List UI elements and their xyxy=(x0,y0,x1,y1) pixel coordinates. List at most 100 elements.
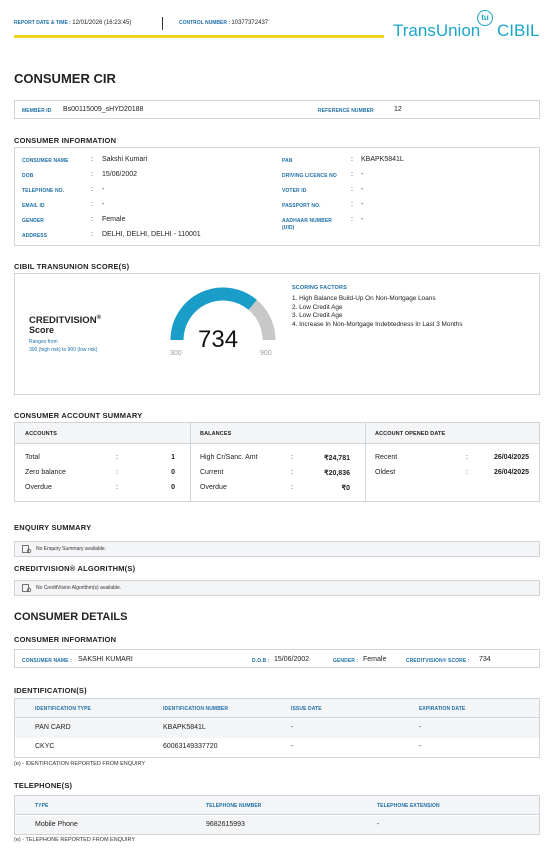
creditvision-brand: CREDITVISION® Score Ranges from 300 (hig… xyxy=(29,315,101,353)
consumer-information-title: CONSUMER INFORMATION xyxy=(14,136,117,145)
creditvision-brand-reg: ® xyxy=(96,315,101,321)
header-divider xyxy=(162,17,163,30)
score-section-title: CIBIL TRANSUNION SCORE(S) xyxy=(14,262,130,271)
accounts-header: ACCOUNTS xyxy=(25,431,57,437)
scoring-factors-list: 1. High Balance Build-Up On Non-Mortgage… xyxy=(292,295,463,329)
accounts-row-value: 0 xyxy=(171,469,175,476)
page-title: CONSUMER CIR xyxy=(14,71,116,86)
balances-row-value: ₹0 xyxy=(341,485,350,492)
telephone-header-row xyxy=(15,796,539,815)
reference-number-label: REFERENCE NUMBER xyxy=(318,108,374,114)
consumer-info-colon: : xyxy=(351,216,353,223)
details-name-value: SAKSHI KUMARI xyxy=(78,656,133,663)
reference-number-value: 12 xyxy=(394,106,402,113)
details-score-value: 734 xyxy=(479,656,491,663)
balances-row-label: High Cr/Sanc. Amt xyxy=(200,454,258,461)
logo-transunion: TransUnion xyxy=(393,21,481,40)
account-summary-divider-2 xyxy=(365,423,366,501)
control-number-value: 10377372437 xyxy=(231,20,269,26)
consumer-info-value: - xyxy=(361,201,364,208)
range-line-2: 300 (high risk) to 900 (low risk) xyxy=(29,347,98,354)
algorithm-box: No CreditVision Algorithm(s) available. xyxy=(14,580,540,596)
report-date-value: 12/01/2026 (16:23:45) xyxy=(72,20,132,26)
account-opened-row-label: Oldest xyxy=(375,469,396,476)
consumer-info-colon: : xyxy=(351,201,353,208)
identification-cell: CKYC xyxy=(35,743,55,750)
scoring-factor-item: 1. High Balance Build-Up On Non-Mortgage… xyxy=(292,295,436,302)
consumer-info-label: EMAIL ID xyxy=(22,203,45,209)
accounts-row-colon: : xyxy=(116,484,118,491)
details-gender-label: GENDER : xyxy=(333,658,359,664)
consumer-info-label: AADHAAR NUMBER (UID) xyxy=(282,218,333,231)
telephone-table: TYPE TELEPHONE NUMBER TELEPHONE EXTENSION M… xyxy=(14,795,540,835)
consumer-information-box: CONSUMER NAME: Sakshi Kumari DOB: 15/06/200… xyxy=(14,147,540,246)
report-date-label: REPORT DATE & TIME : xyxy=(14,20,71,26)
identification-cell: - xyxy=(419,743,422,750)
range-line-1: Ranges from xyxy=(29,339,58,346)
enquiry-summary-title: ENQUIRY SUMMARY xyxy=(14,523,92,532)
score-min: 300 xyxy=(170,350,182,357)
consumer-info-label: VOTER ID xyxy=(282,188,307,194)
consumer-info-colon: : xyxy=(91,186,93,193)
identification-cell: KBAPK5841L xyxy=(163,724,206,731)
document-search-icon xyxy=(22,545,32,554)
balances-row-value: ₹20,836 xyxy=(324,470,350,477)
account-summary-title: CONSUMER ACCOUNT SUMMARY xyxy=(14,411,143,420)
consumer-info-value: 15/06/2002 xyxy=(102,171,138,178)
telephone-note: (e) - TELEPHONE REPORTED FROM ENQUIRY xyxy=(14,837,136,843)
accounts-row-label: Overdue xyxy=(25,484,52,491)
consumer-info-label: TELEPHONE NO. xyxy=(22,188,65,194)
consumer-info-label: GENDER xyxy=(22,218,44,224)
accounts-row-label: Total xyxy=(25,454,40,461)
identification-note: (e) - IDENTIFICATION REPORTED FROM ENQUI… xyxy=(14,761,146,767)
accounts-row-colon: : xyxy=(116,454,118,461)
balances-row-value: ₹24,781 xyxy=(324,455,350,462)
telephone-cell: - xyxy=(377,821,380,828)
control-number-label: CONTROL NUMBER : xyxy=(179,20,231,26)
consumer-info-label: DRIVING LICENCE NO xyxy=(282,173,337,179)
identification-cell: 60063149337720 xyxy=(163,743,218,750)
score-box: CREDITVISION® Score Ranges from 300 (hig… xyxy=(14,273,540,395)
table-row xyxy=(15,719,539,738)
identification-table: IDENTIFICATION TYPE IDENTIFICATION NUMBER… xyxy=(14,698,540,758)
consumer-info-colon: : xyxy=(91,171,93,178)
balances-row-label: Overdue xyxy=(200,484,227,491)
consumer-info-value: Female xyxy=(102,216,126,223)
consumer-info-label: PAN xyxy=(282,158,293,164)
consumer-info-colon: : xyxy=(351,156,353,163)
account-opened-row-label: Recent xyxy=(375,454,398,461)
account-opened-header: ACCOUNT OPENED DATE xyxy=(375,431,446,437)
logo-cibil: CIBIL xyxy=(497,21,540,40)
enquiry-summary-text: No Enquiry Summary available. xyxy=(36,546,107,552)
identification-cell: - xyxy=(291,743,294,750)
score-value: 734 xyxy=(198,326,239,353)
report-date: REPORT DATE & TIME : 12/01/2026 (16:23:4… xyxy=(14,20,131,26)
account-opened-row-value: 26/04/2025 xyxy=(493,454,529,461)
account-opened-row-colon: : xyxy=(466,469,468,476)
algorithm-text: No CreditVision Algorithm(s) available. xyxy=(36,585,122,591)
consumer-info-value: DELHI, DELHI, DELHI - 110001 xyxy=(102,231,201,238)
details-score-label: CREDITVISION® SCORE : xyxy=(406,658,470,664)
balances-row-colon: : xyxy=(291,484,293,491)
member-id-value: Bs00115009_sHYD20188 xyxy=(63,106,144,113)
consumer-info-colon: : xyxy=(91,231,93,238)
scoring-factor-item: 3. Low Credit Age xyxy=(292,312,343,320)
details-gender-value: Female xyxy=(363,656,387,663)
consumer-info-colon: : xyxy=(91,216,93,223)
score-max: 900 xyxy=(260,350,272,357)
balances-row-colon: : xyxy=(291,454,293,461)
identification-cell: - xyxy=(419,724,422,731)
report-header: REPORT DATE & TIME : 12/01/2026 (16:23:4… xyxy=(14,16,384,38)
telephone-cell: 9682615993 xyxy=(206,821,245,828)
header-yellow-rule xyxy=(14,35,384,38)
telephone-column-header: TYPE xyxy=(35,803,49,809)
consumer-info-value: - xyxy=(361,186,364,193)
details-dob-label: D.O.B : xyxy=(252,658,270,664)
account-opened-row-colon: : xyxy=(466,454,468,461)
document-search-icon xyxy=(22,584,32,593)
consumer-info-colon: : xyxy=(351,171,353,178)
consumer-info-label: DOB xyxy=(22,173,34,179)
consumer-info-label: CONSUMER NAME xyxy=(22,158,69,164)
telephone-cell: Mobile Phone xyxy=(35,821,78,828)
table-row xyxy=(15,816,539,834)
